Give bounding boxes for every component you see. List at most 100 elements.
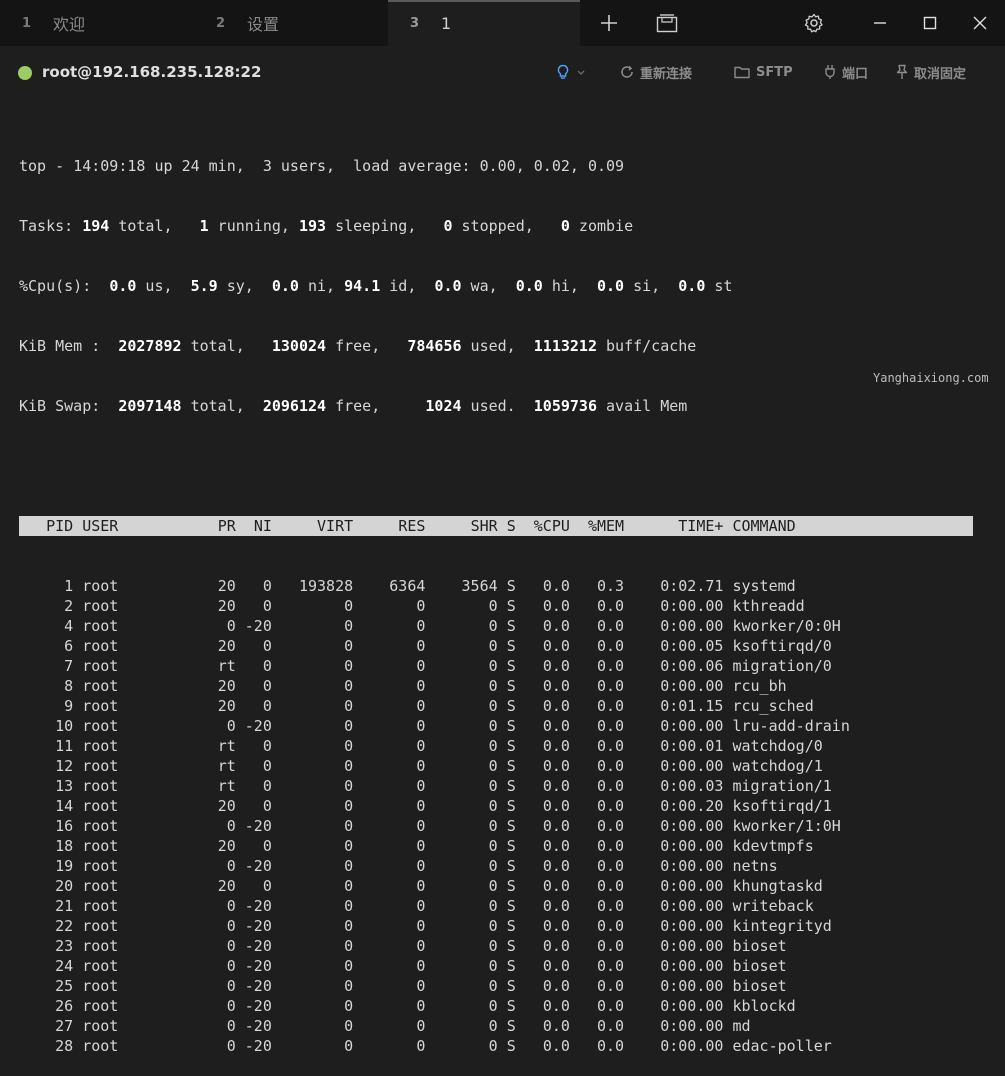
mem-free: 130024 [271,337,327,355]
cell-time: 0:00.00 [660,1017,724,1035]
cell-cpu: 0.0 [542,997,570,1015]
cell-pr: PR [217,517,236,535]
terminal-output[interactable]: top - 14:09:18 up 24 min, 3 users, load … [19,116,973,1076]
cell-time: 0:00.00 [660,937,724,955]
table-row: 21 root 0 -20 0 0 0 S 0.0 0.0 0:00.00 wr… [19,896,973,916]
cell-virt: 0 [344,1017,354,1035]
cell-command: systemd [732,577,796,595]
tab-settings[interactable]: 2 设置 [194,0,388,46]
session-toolbar: root@192.168.235.128:22 重新连接 SFTP 端口 取消固… [0,46,1005,100]
new-tab-button[interactable] [592,0,626,46]
cell-mem: 0.0 [597,677,625,695]
table-row: 2 root 20 0 0 0 0 S 0.0 0.0 0:00.00 kthr… [19,596,973,616]
table-row: 12 root rt 0 0 0 0 S 0.0 0.0 0:00.00 wat… [19,756,973,776]
cell-ni: 0 [262,837,272,855]
table-row: 13 root rt 0 0 0 0 S 0.0 0.0 0:00.03 mig… [19,776,973,796]
cell-pid: 7 [64,657,74,675]
cell-res: 0 [416,1037,426,1055]
cell-pr: 0 [226,817,236,835]
cell-ni: -20 [244,1017,272,1035]
cell-command: kintegrityd [732,917,832,935]
unpin-button[interactable]: 取消固定 [896,62,966,82]
cell-time: 0:00.00 [660,617,724,635]
cell-state: S [506,917,516,935]
process-table: 1 root 20 0 193828 6364 3564 S 0.0 0.3 0… [19,576,973,1056]
cpu-sy: 5.9 [190,277,218,295]
cell-user: root [82,717,119,735]
cell-virt: 0 [344,937,354,955]
port-forward-button[interactable]: 端口 [824,62,868,82]
cell-ni: 0 [262,637,272,655]
table-row: 28 root 0 -20 0 0 0 S 0.0 0.0 0:00.00 ed… [19,1036,973,1056]
cell-pr: 0 [226,1017,236,1035]
tab-session-1[interactable]: 3 1 [388,0,580,46]
cell-mem: 0.0 [597,757,625,775]
cell-state: S [506,777,516,795]
cell-shr: 0 [488,877,498,895]
minimize-icon [874,22,886,24]
swap-avail-mem: 1059736 [533,397,597,415]
pin-icon [896,64,908,79]
settings-button[interactable] [797,0,831,46]
minimize-button[interactable] [862,0,898,46]
cell-pid: 8 [64,677,74,695]
reconnect-button[interactable]: 重新连接 [620,62,692,82]
cell-virt: 0 [344,857,354,875]
table-row: 8 root 20 0 0 0 0 S 0.0 0.0 0:00.00 rcu_… [19,676,973,696]
cell-time: 0:00.00 [660,817,724,835]
cell-state: S [506,897,516,915]
cell-command: bioset [732,977,787,995]
sftp-button[interactable]: SFTP [734,62,793,82]
cell-pr: 0 [226,1037,236,1055]
cpu-hi: 0.0 [515,277,543,295]
cell-ni: -20 [244,957,272,975]
swap-total: 2097148 [118,397,182,415]
tab-overview-button[interactable] [650,0,684,46]
table-row: 19 root 0 -20 0 0 0 S 0.0 0.0 0:00.00 ne… [19,856,973,876]
unpin-label: 取消固定 [914,66,967,82]
refresh-icon [621,65,633,78]
cell-shr: 0 [488,797,498,815]
cell-shr: 0 [488,917,498,935]
mem-total: 2027892 [118,337,182,355]
cell-pr: 0 [226,617,236,635]
maximize-button[interactable] [912,0,948,46]
cell-user: root [82,1037,119,1055]
cell-time: 0:00.00 [660,677,724,695]
cell-mem: 0.0 [597,997,625,1015]
cell-cpu: 0.0 [542,897,570,915]
cell-res: 0 [416,977,426,995]
cell-ni: 0 [262,657,272,675]
cell-shr: 0 [488,657,498,675]
cell-pr: 20 [217,637,236,655]
cell-cpu: 0.0 [542,737,570,755]
cell-user: root [82,917,119,935]
close-button[interactable] [962,0,998,46]
tab-welcome[interactable]: 1 欢迎 [0,0,194,46]
watermark: Yanghaixiong.com [873,371,989,385]
cell-pid: 6 [64,637,74,655]
cell-state: S [506,817,516,835]
table-row: 4 root 0 -20 0 0 0 S 0.0 0.0 0:00.00 kwo… [19,616,973,636]
tab-number: 2 [216,15,226,31]
cell-shr: 0 [488,597,498,615]
tasks-running: 1 [199,217,209,235]
cell-command: writeback [732,897,814,915]
uptime: 24 min [181,157,236,175]
hint-button[interactable] [556,62,592,82]
cell-virt: 0 [344,977,354,995]
cell-user: root [82,597,119,615]
cell-ni: -20 [244,897,272,915]
load-average: 0.00, 0.02, 0.09 [479,157,625,175]
cell-state: S [506,937,516,955]
cell-pid: 16 [55,817,74,835]
connection-host: root@192.168.235.128:22 [42,63,262,81]
cell-res: 0 [416,997,426,1015]
plus-icon [601,15,617,31]
cell-command: COMMAND [732,517,796,535]
cell-shr: 0 [488,937,498,955]
cell-user: root [82,877,119,895]
cell-pid: 10 [55,717,74,735]
cell-virt: 0 [344,677,354,695]
cell-command: watchdog/1 [732,757,823,775]
